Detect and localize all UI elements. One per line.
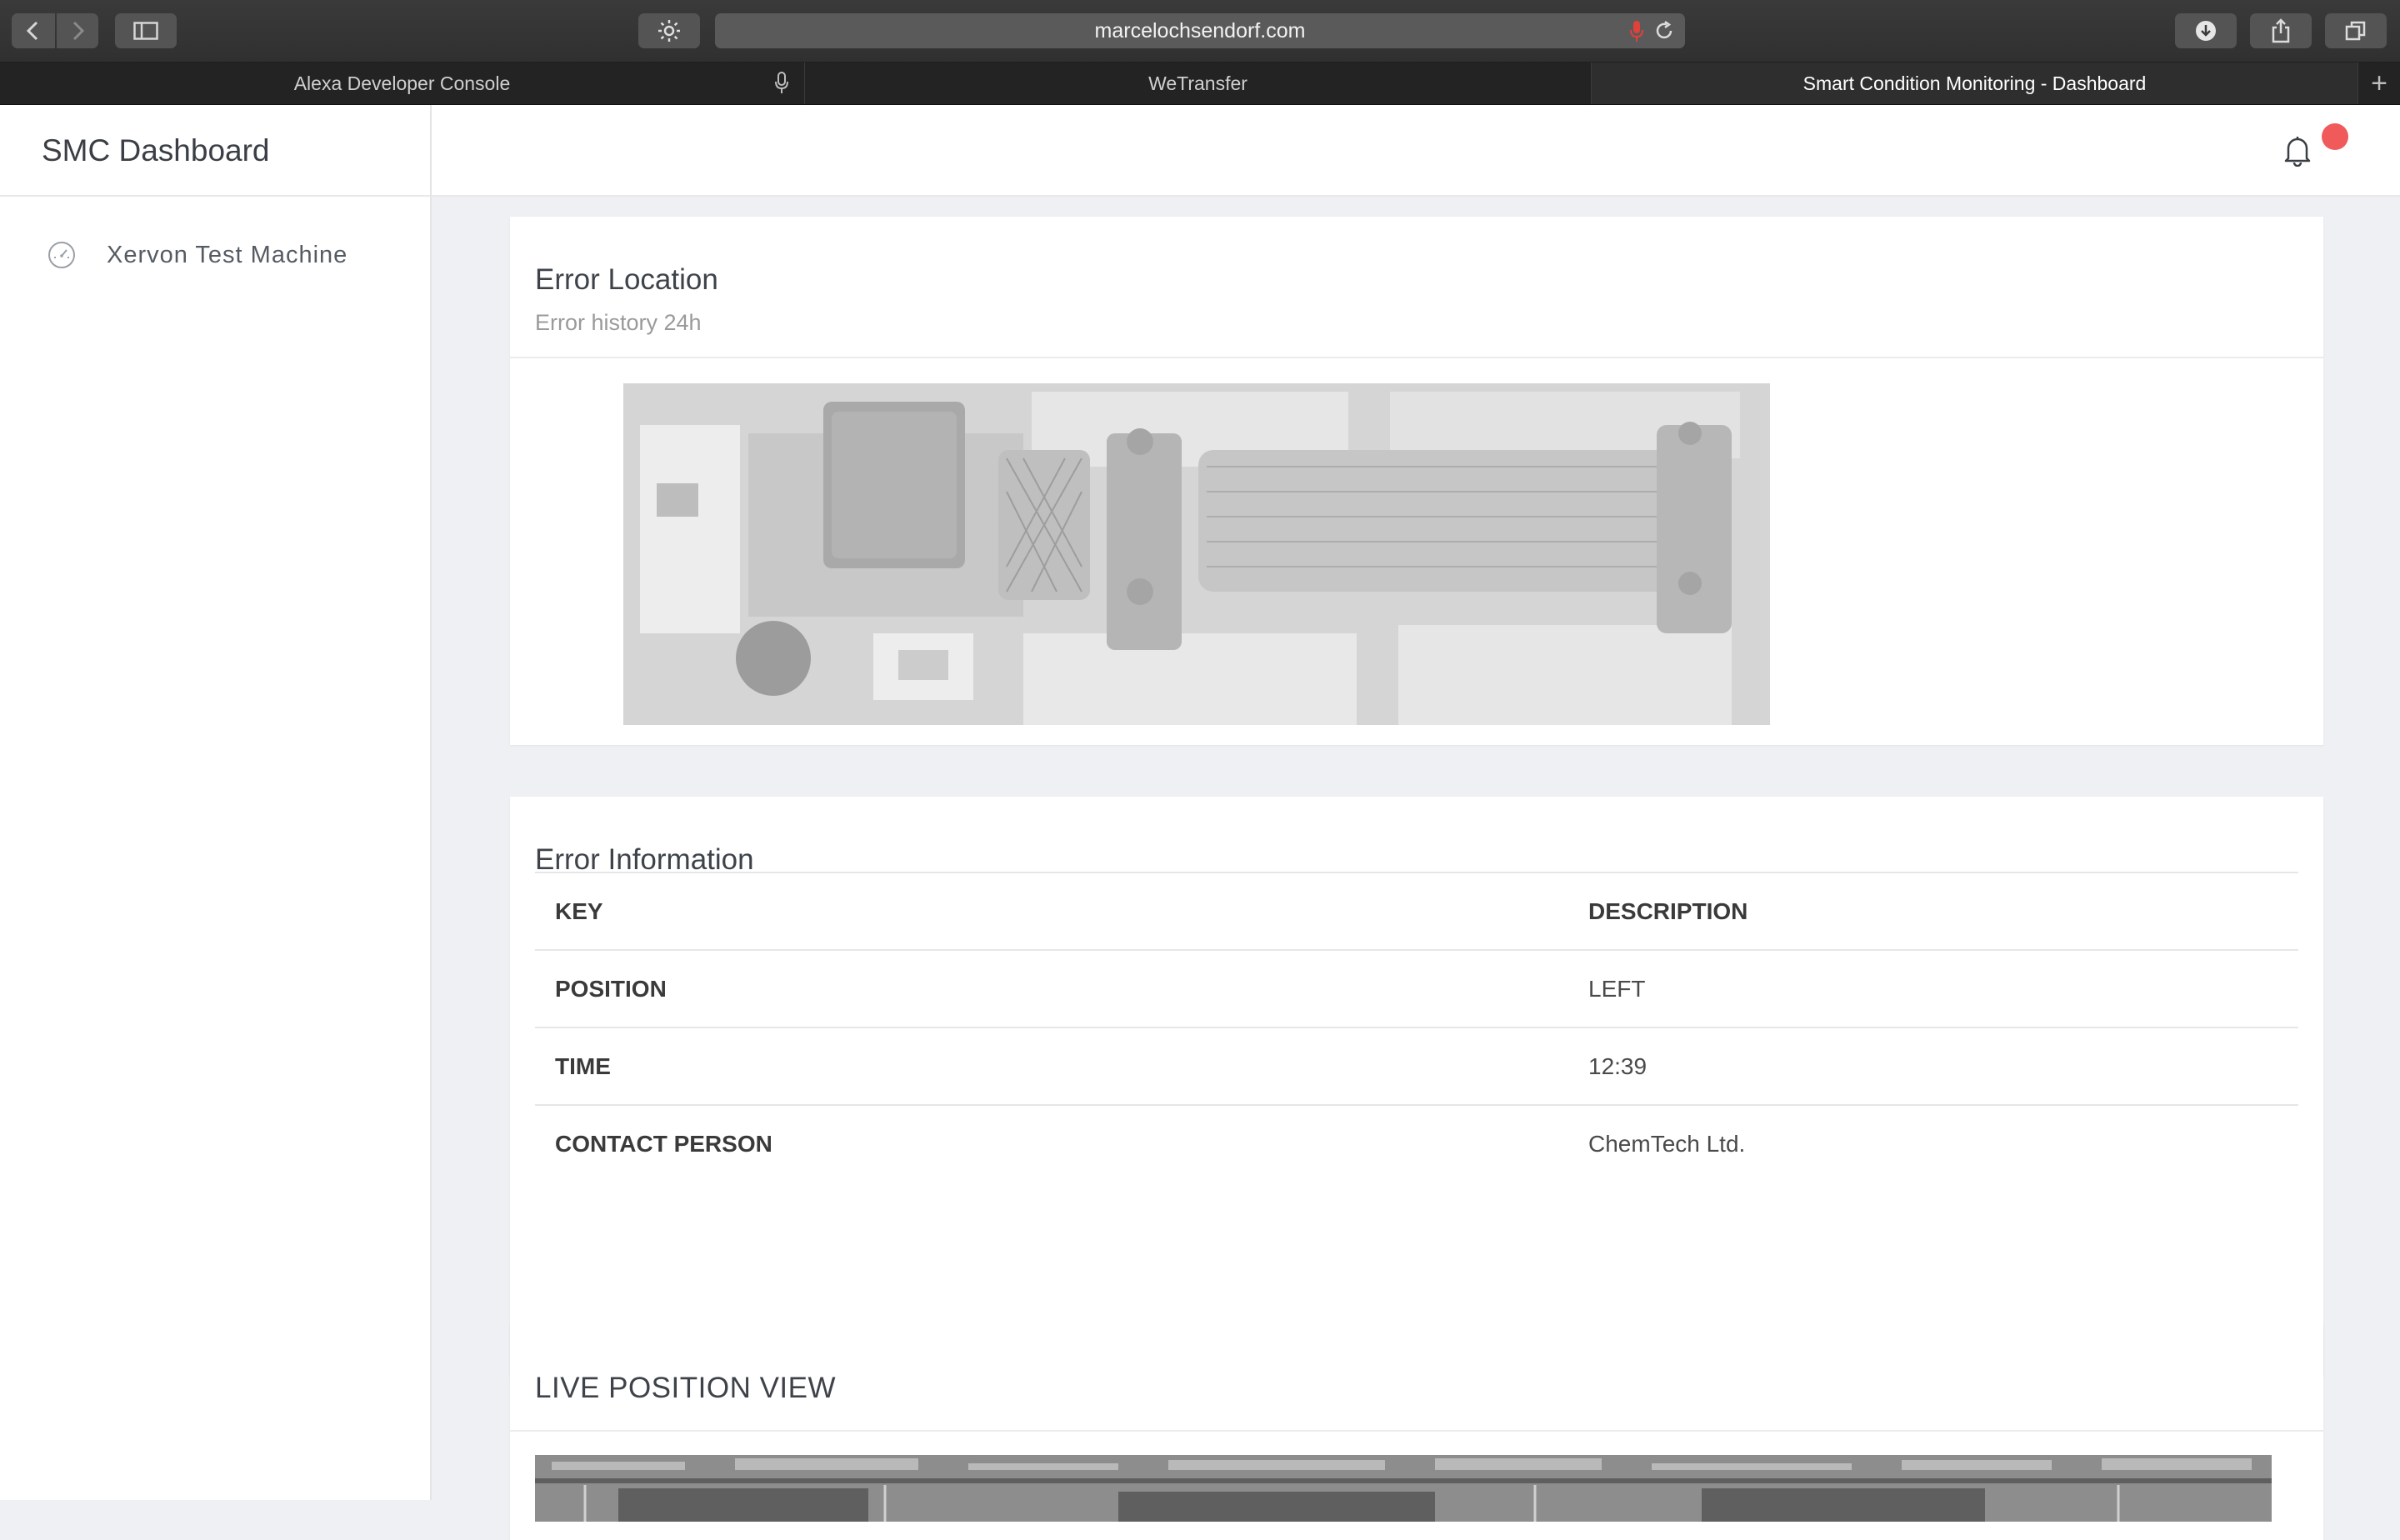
divider bbox=[510, 1430, 2323, 1432]
chevron-left-icon bbox=[26, 21, 38, 41]
tab-bar: Alexa Developer Console WeTransfer Smart… bbox=[0, 62, 2400, 105]
live-camera-feed bbox=[535, 1455, 2272, 1522]
table-row: TIME 12:39 bbox=[535, 1027, 2298, 1105]
share-icon bbox=[2272, 18, 2290, 43]
share-button[interactable] bbox=[2250, 13, 2312, 48]
column-header-description: DESCRIPTION bbox=[1568, 872, 2298, 950]
tab-wetransfer[interactable]: WeTransfer bbox=[805, 62, 1592, 104]
microphone-icon[interactable] bbox=[1628, 20, 1645, 43]
microphone-icon bbox=[775, 72, 788, 93]
tab-label: Smart Condition Monitoring - Dashboard bbox=[1802, 72, 2147, 94]
row-key: TIME bbox=[535, 1027, 1568, 1105]
reload-icon[interactable] bbox=[1653, 20, 1675, 42]
tabs-icon bbox=[2345, 21, 2366, 41]
chevron-right-icon bbox=[72, 21, 85, 41]
card-title: LIVE POSITION VIEW bbox=[535, 1372, 837, 1404]
machine-photo bbox=[623, 383, 1770, 725]
tab-overview-button[interactable] bbox=[2325, 13, 2387, 48]
address-bar[interactable]: marcelochsendorf.com bbox=[715, 13, 1685, 48]
table-row: POSITION LEFT bbox=[535, 949, 2298, 1028]
sidebar-item-xervon-test-machine[interactable]: Xervon Test Machine bbox=[0, 230, 430, 280]
row-value: ChemTech Ltd. bbox=[1568, 1104, 2298, 1182]
row-key: CONTACT PERSON bbox=[535, 1104, 1568, 1182]
sidebar: Xervon Test Machine bbox=[0, 197, 432, 1500]
card-title: Error Location bbox=[535, 263, 718, 296]
error-info-table: KEY DESCRIPTION POSITION LEFT TIME 12:39… bbox=[535, 872, 2298, 1182]
sidebar-item-label: Xervon Test Machine bbox=[107, 242, 348, 268]
sidebar-toggle-button[interactable] bbox=[115, 13, 177, 48]
error-information-card: Error Information KEY DESCRIPTION POSITI… bbox=[510, 797, 2323, 1377]
table-header-row: KEY DESCRIPTION bbox=[535, 872, 2298, 950]
browser-toolbar: marcelochsendorf.com bbox=[0, 0, 2400, 62]
tab-smart-condition-monitoring[interactable]: Smart Condition Monitoring - Dashboard bbox=[1592, 62, 2358, 104]
dashboard-page: SMC Dashboard Xervon Test Machine Error … bbox=[0, 105, 2400, 1540]
download-icon bbox=[2196, 21, 2216, 41]
row-key: POSITION bbox=[535, 949, 1568, 1028]
brightness-button[interactable] bbox=[638, 13, 700, 48]
sun-icon bbox=[658, 20, 680, 42]
top-navbar bbox=[432, 105, 2400, 197]
error-location-card: Error Location Error history 24h bbox=[510, 217, 2323, 745]
url-text: marcelochsendorf.com bbox=[1094, 19, 1306, 42]
forward-button[interactable] bbox=[57, 13, 98, 48]
back-button[interactable] bbox=[12, 13, 55, 48]
sidebar-icon bbox=[133, 22, 158, 40]
row-value: LEFT bbox=[1568, 949, 2298, 1028]
tab-alexa-developer-console[interactable]: Alexa Developer Console bbox=[0, 62, 805, 104]
brand-title[interactable]: SMC Dashboard bbox=[42, 133, 270, 168]
gauge-icon bbox=[48, 242, 75, 268]
row-value: 12:39 bbox=[1568, 1027, 2298, 1105]
live-position-card: LIVE POSITION VIEW bbox=[510, 1323, 2323, 1540]
divider bbox=[510, 357, 2323, 358]
tab-label: Alexa Developer Console bbox=[293, 72, 511, 94]
tab-label: WeTransfer bbox=[1148, 72, 1248, 94]
bell-icon[interactable] bbox=[2283, 135, 2312, 167]
card-subtitle: Error history 24h bbox=[535, 310, 702, 335]
downloads-button[interactable] bbox=[2175, 13, 2237, 48]
new-tab-button[interactable]: + bbox=[2358, 62, 2400, 104]
column-header-key: KEY bbox=[535, 872, 1568, 950]
notification-badge[interactable] bbox=[2322, 123, 2348, 150]
table-row: CONTACT PERSON ChemTech Ltd. bbox=[535, 1104, 2298, 1182]
brand-area: SMC Dashboard bbox=[0, 105, 432, 197]
